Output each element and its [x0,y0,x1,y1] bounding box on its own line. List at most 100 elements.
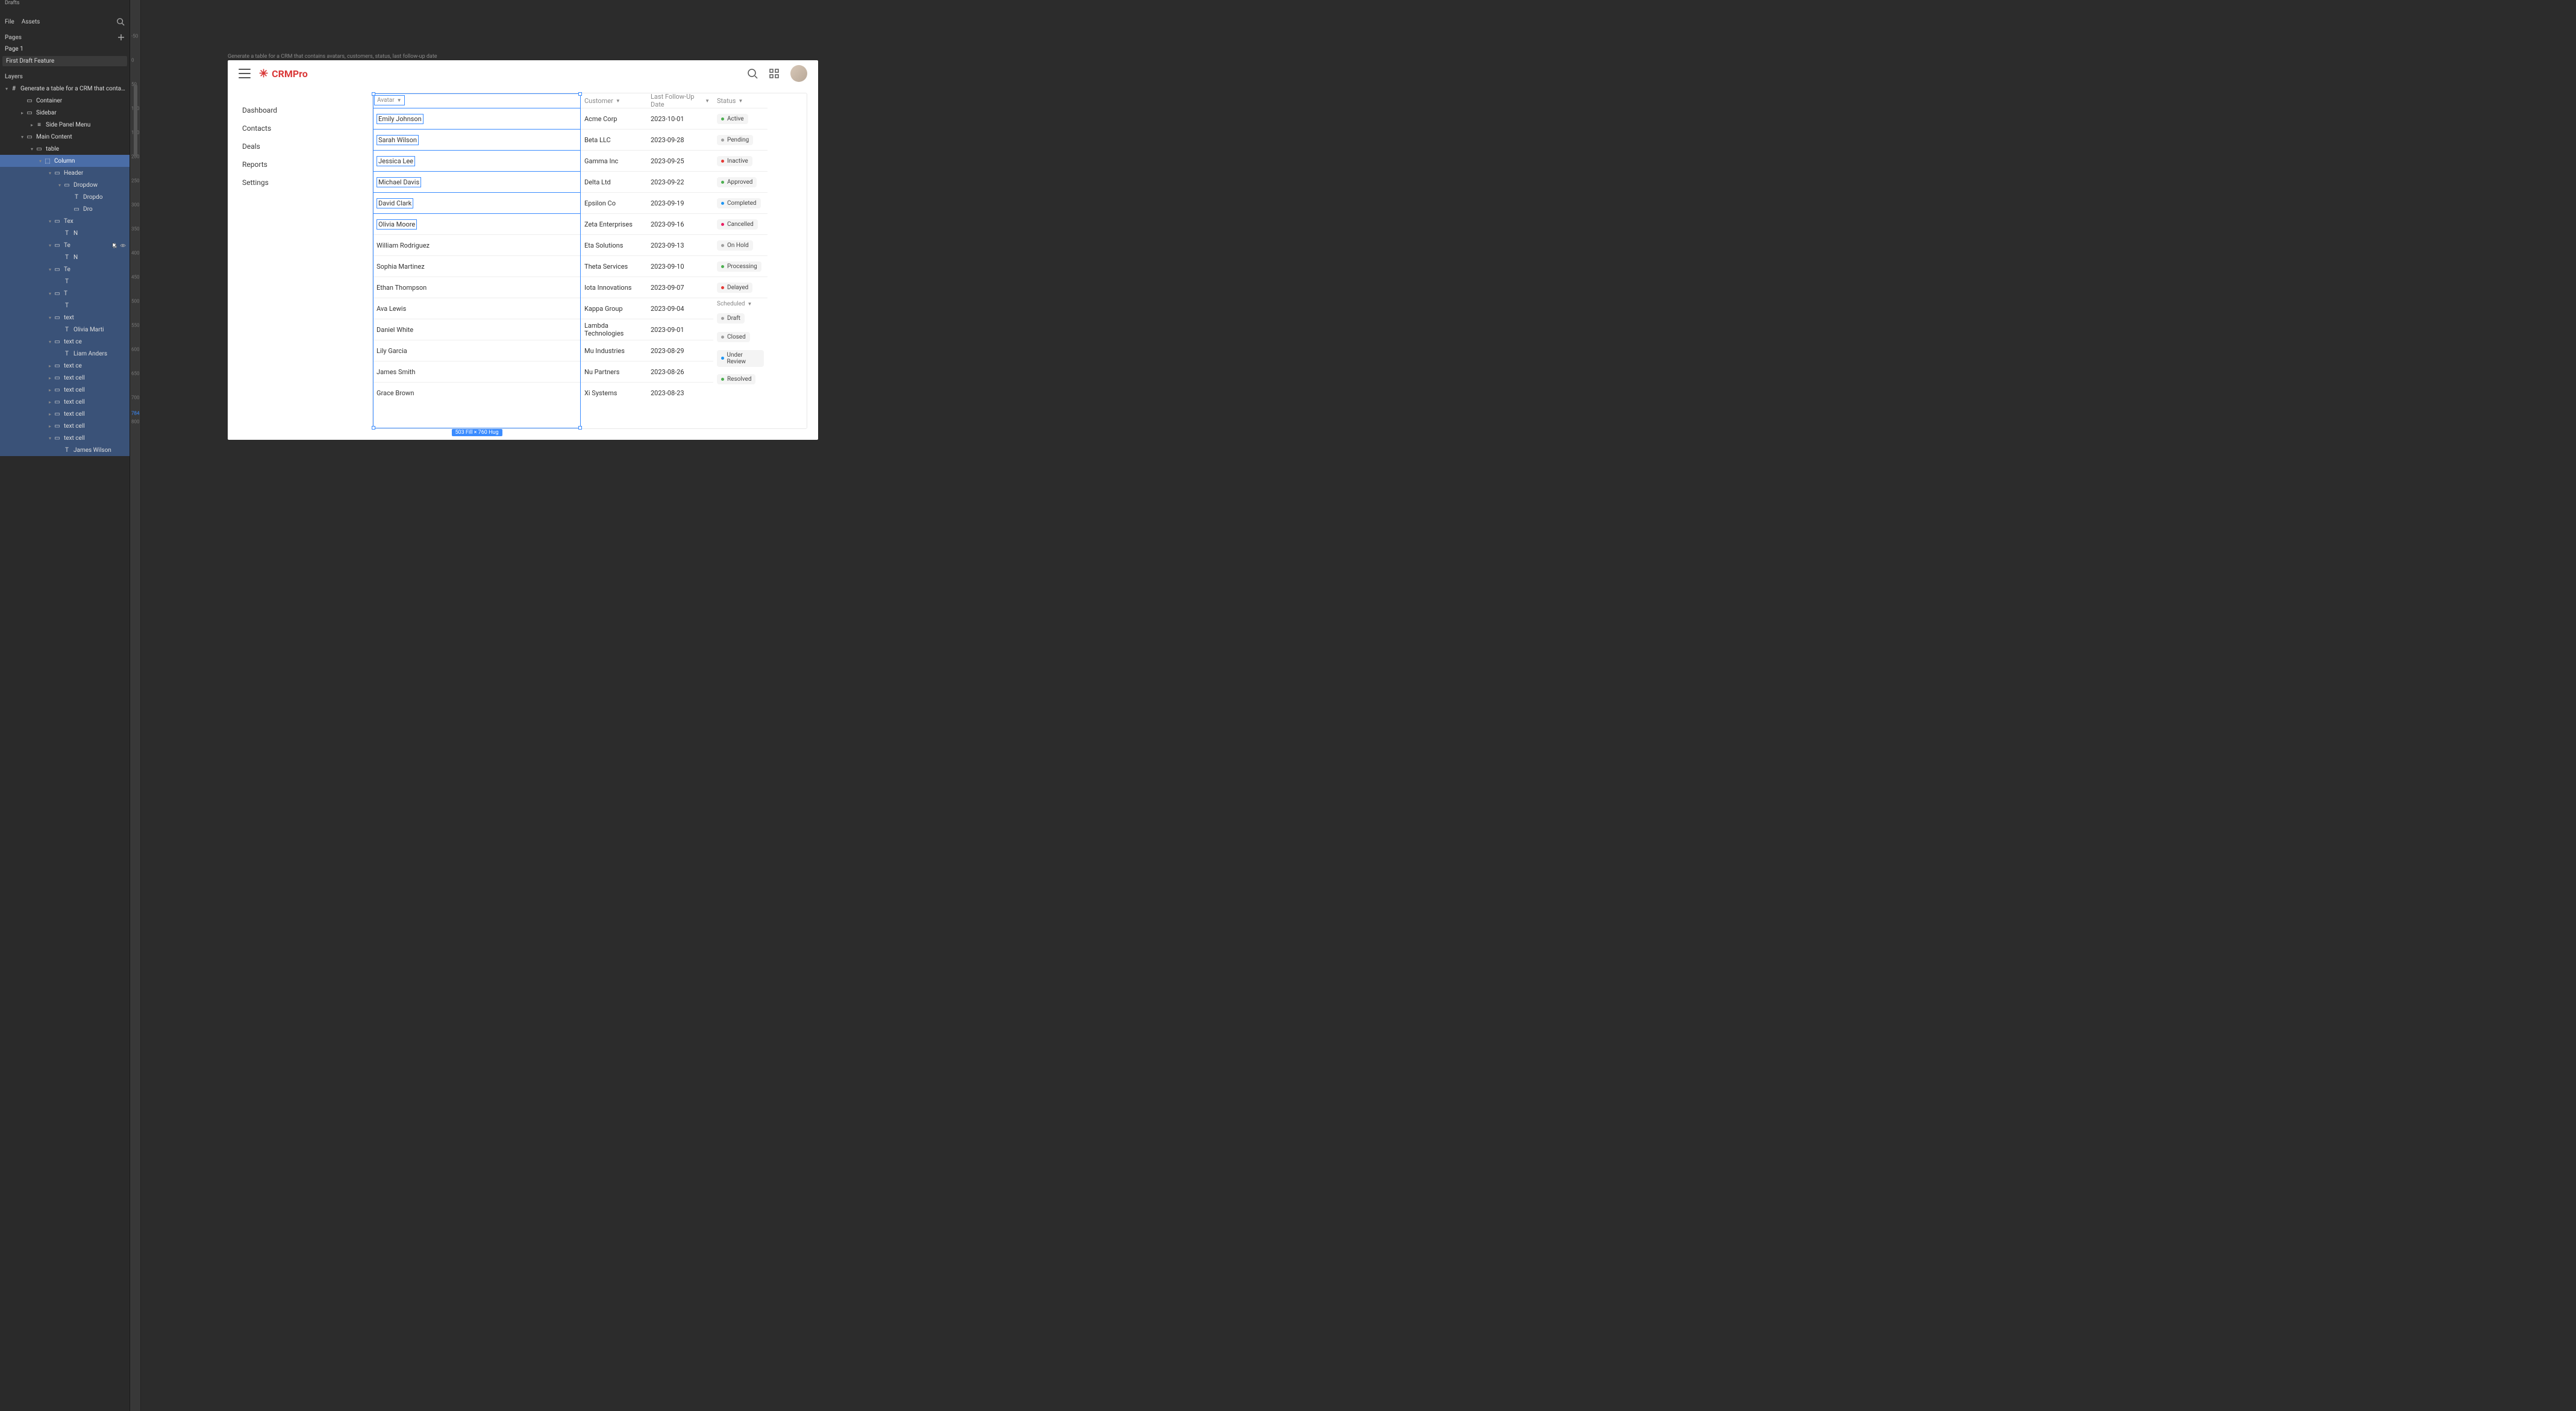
page-item[interactable]: First Draft Feature [2,56,127,66]
scrollbar-thumb[interactable] [134,84,137,157]
layer-label: text cell [64,387,85,393]
add-page-button[interactable] [117,34,125,41]
status-text: Under Review [727,352,760,365]
layer-maincontent[interactable]: ▾▭ Main Content [0,131,130,143]
layer-sidebar[interactable]: ▸▭ Sidebar [0,107,130,119]
layer-sidepanel[interactable]: ▸≡ Side Panel Menu [0,119,130,131]
logo-text: CRMPro [272,68,308,80]
layer-dropdo[interactable]: T Dropdo [0,191,130,203]
search-icon[interactable] [747,68,758,79]
sidebar-item-dashboard[interactable]: Dashboard [239,101,365,119]
status-badge: Cancelled [717,219,758,230]
layer-cell2[interactable]: ▸▭ text cell [0,384,130,396]
layer-t[interactable]: ▾▭ T [0,287,130,299]
logo-star-icon: ✳ [259,67,268,80]
status-text: Cancelled [727,221,754,228]
status-dropdown-open[interactable]: Scheduled ▼ [713,298,755,310]
layer-cell4[interactable]: ▸▭ text cell [0,408,130,420]
layer-n1[interactable]: T N [0,227,130,239]
th-label: Customer [584,97,613,105]
table-cell: 2023-09-13 [647,234,713,255]
frame-title[interactable]: Generate a table for a CRM that contains… [228,54,437,60]
layer-cell3[interactable]: ▸▭ text cell [0,396,130,408]
status-text: Active [727,116,744,122]
header-right [747,65,807,82]
table-cell: Grace Brown [373,382,581,403]
hide-icon[interactable] [120,243,126,248]
table-cell: Jessica Lee [373,150,581,171]
file-tab[interactable]: File [5,19,14,25]
table-cell: Lily Garcia [373,340,581,361]
layer-container[interactable]: ▭ Container [0,95,130,107]
figma-left-panel: Drafts File Assets Pages Page 1 First Dr… [0,0,130,1411]
layers-label: Layers [0,67,130,83]
th-date[interactable]: Last Follow-Up Date ▼ [647,93,713,108]
pages-header: Pages [0,29,130,43]
layer-column-selected[interactable]: ▾⬚ Column [0,155,130,167]
layer-liam[interactable]: T Liam Anders [0,348,130,360]
layer-james[interactable]: T James Wilson [0,444,130,456]
table-cell: Gamma Inc [581,150,647,171]
layer-label: Liam Anders [73,351,107,357]
table-cell: Theta Services [581,255,647,277]
table-cell: Sophia Martinez [373,255,581,277]
layer-cell1[interactable]: ▸▭ text cell [0,372,130,384]
layer-header[interactable]: ▾▭ Header [0,167,130,179]
layer-text[interactable]: ▾▭ text [0,311,130,324]
column-avatar[interactable]: 503 Fill × 760 Hug Avatar ▼ Emily Johnso… [373,93,581,428]
table-cell: Eta Solutions [581,234,647,255]
th-customer[interactable]: Customer ▼ [581,93,647,108]
layer-cell6[interactable]: ▾▭ text cell [0,432,130,444]
grid-icon[interactable] [769,68,780,79]
layer-n2[interactable]: T N [0,251,130,263]
layer-cell5[interactable]: ▸▭ text cell [0,420,130,432]
status-text: Resolved [727,376,751,383]
status-open-label: Scheduled [717,301,745,307]
table-cell: 2023-08-23 [647,382,713,403]
layer-label: text cell [64,435,85,442]
layers-scrollbar[interactable] [134,84,137,470]
resize-handle[interactable] [372,426,375,430]
crm-frame[interactable]: ✳ CRMPro Dashboard Contacts Deals Report… [228,60,818,440]
layer-dro[interactable]: ▭ Dro [0,203,130,215]
layer-te2[interactable]: ▾▭ Te [0,263,130,275]
table-cell: Lambda Technologies [581,319,647,340]
table-cell: Epsilon Co [581,192,647,213]
layer-t-child[interactable]: T [0,299,130,311]
cursor-icon [112,242,118,248]
layer-dropdow[interactable]: ▾▭ Dropdow [0,179,130,191]
sidebar-item-settings[interactable]: Settings [239,174,365,192]
layer-textce2[interactable]: ▸▭ text ce [0,360,130,372]
layer-te2-child[interactable]: T [0,275,130,287]
chevron-down-icon: ▼ [748,301,752,307]
layer-tree: ▾# Generate a table for a CRM that conta… [0,83,130,456]
sidebar-item-reports[interactable]: Reports [239,155,365,174]
avatar-name: David Clark [377,198,413,208]
layer-table[interactable]: ▾▭ table [0,143,130,155]
avatar-header-selected[interactable]: Avatar ▼ [374,95,405,105]
layer-label: Olivia Marti [73,327,104,333]
assets-tab[interactable]: Assets [22,19,40,25]
sidebar-item-deals[interactable]: Deals [239,137,365,155]
search-icon[interactable] [116,17,125,26]
th-status[interactable]: Status ▼ [713,93,767,108]
layer-frame[interactable]: ▾# Generate a table for a CRM that conta… [0,83,130,95]
layer-label: Dropdow [73,182,98,189]
crm-sidebar: Dashboard Contacts Deals Reports Setting… [239,93,365,429]
layer-textce1[interactable]: ▾▭ text ce [0,336,130,348]
layer-label: James Wilson [73,447,111,454]
layer-tex[interactable]: ▾▭ Tex [0,215,130,227]
status-badge: Inactive [717,156,752,166]
figma-canvas[interactable]: Generate a table for a CRM that contains… [141,0,2576,1411]
user-avatar[interactable] [790,65,807,82]
layer-te1[interactable]: ▾▭ Te [0,239,130,251]
status-menu-item[interactable]: Closed [713,327,767,348]
page-item[interactable]: Page 1 [0,43,130,55]
layer-olivia[interactable]: T Olivia Marti [0,324,130,336]
status-menu-item[interactable]: Draft [713,310,767,327]
status-menu-item[interactable]: Resolved [713,369,767,390]
status-menu-item[interactable]: Under Review [713,348,767,369]
menu-icon[interactable] [239,69,251,78]
layer-label: table [46,146,59,152]
sidebar-item-contacts[interactable]: Contacts [239,119,365,137]
